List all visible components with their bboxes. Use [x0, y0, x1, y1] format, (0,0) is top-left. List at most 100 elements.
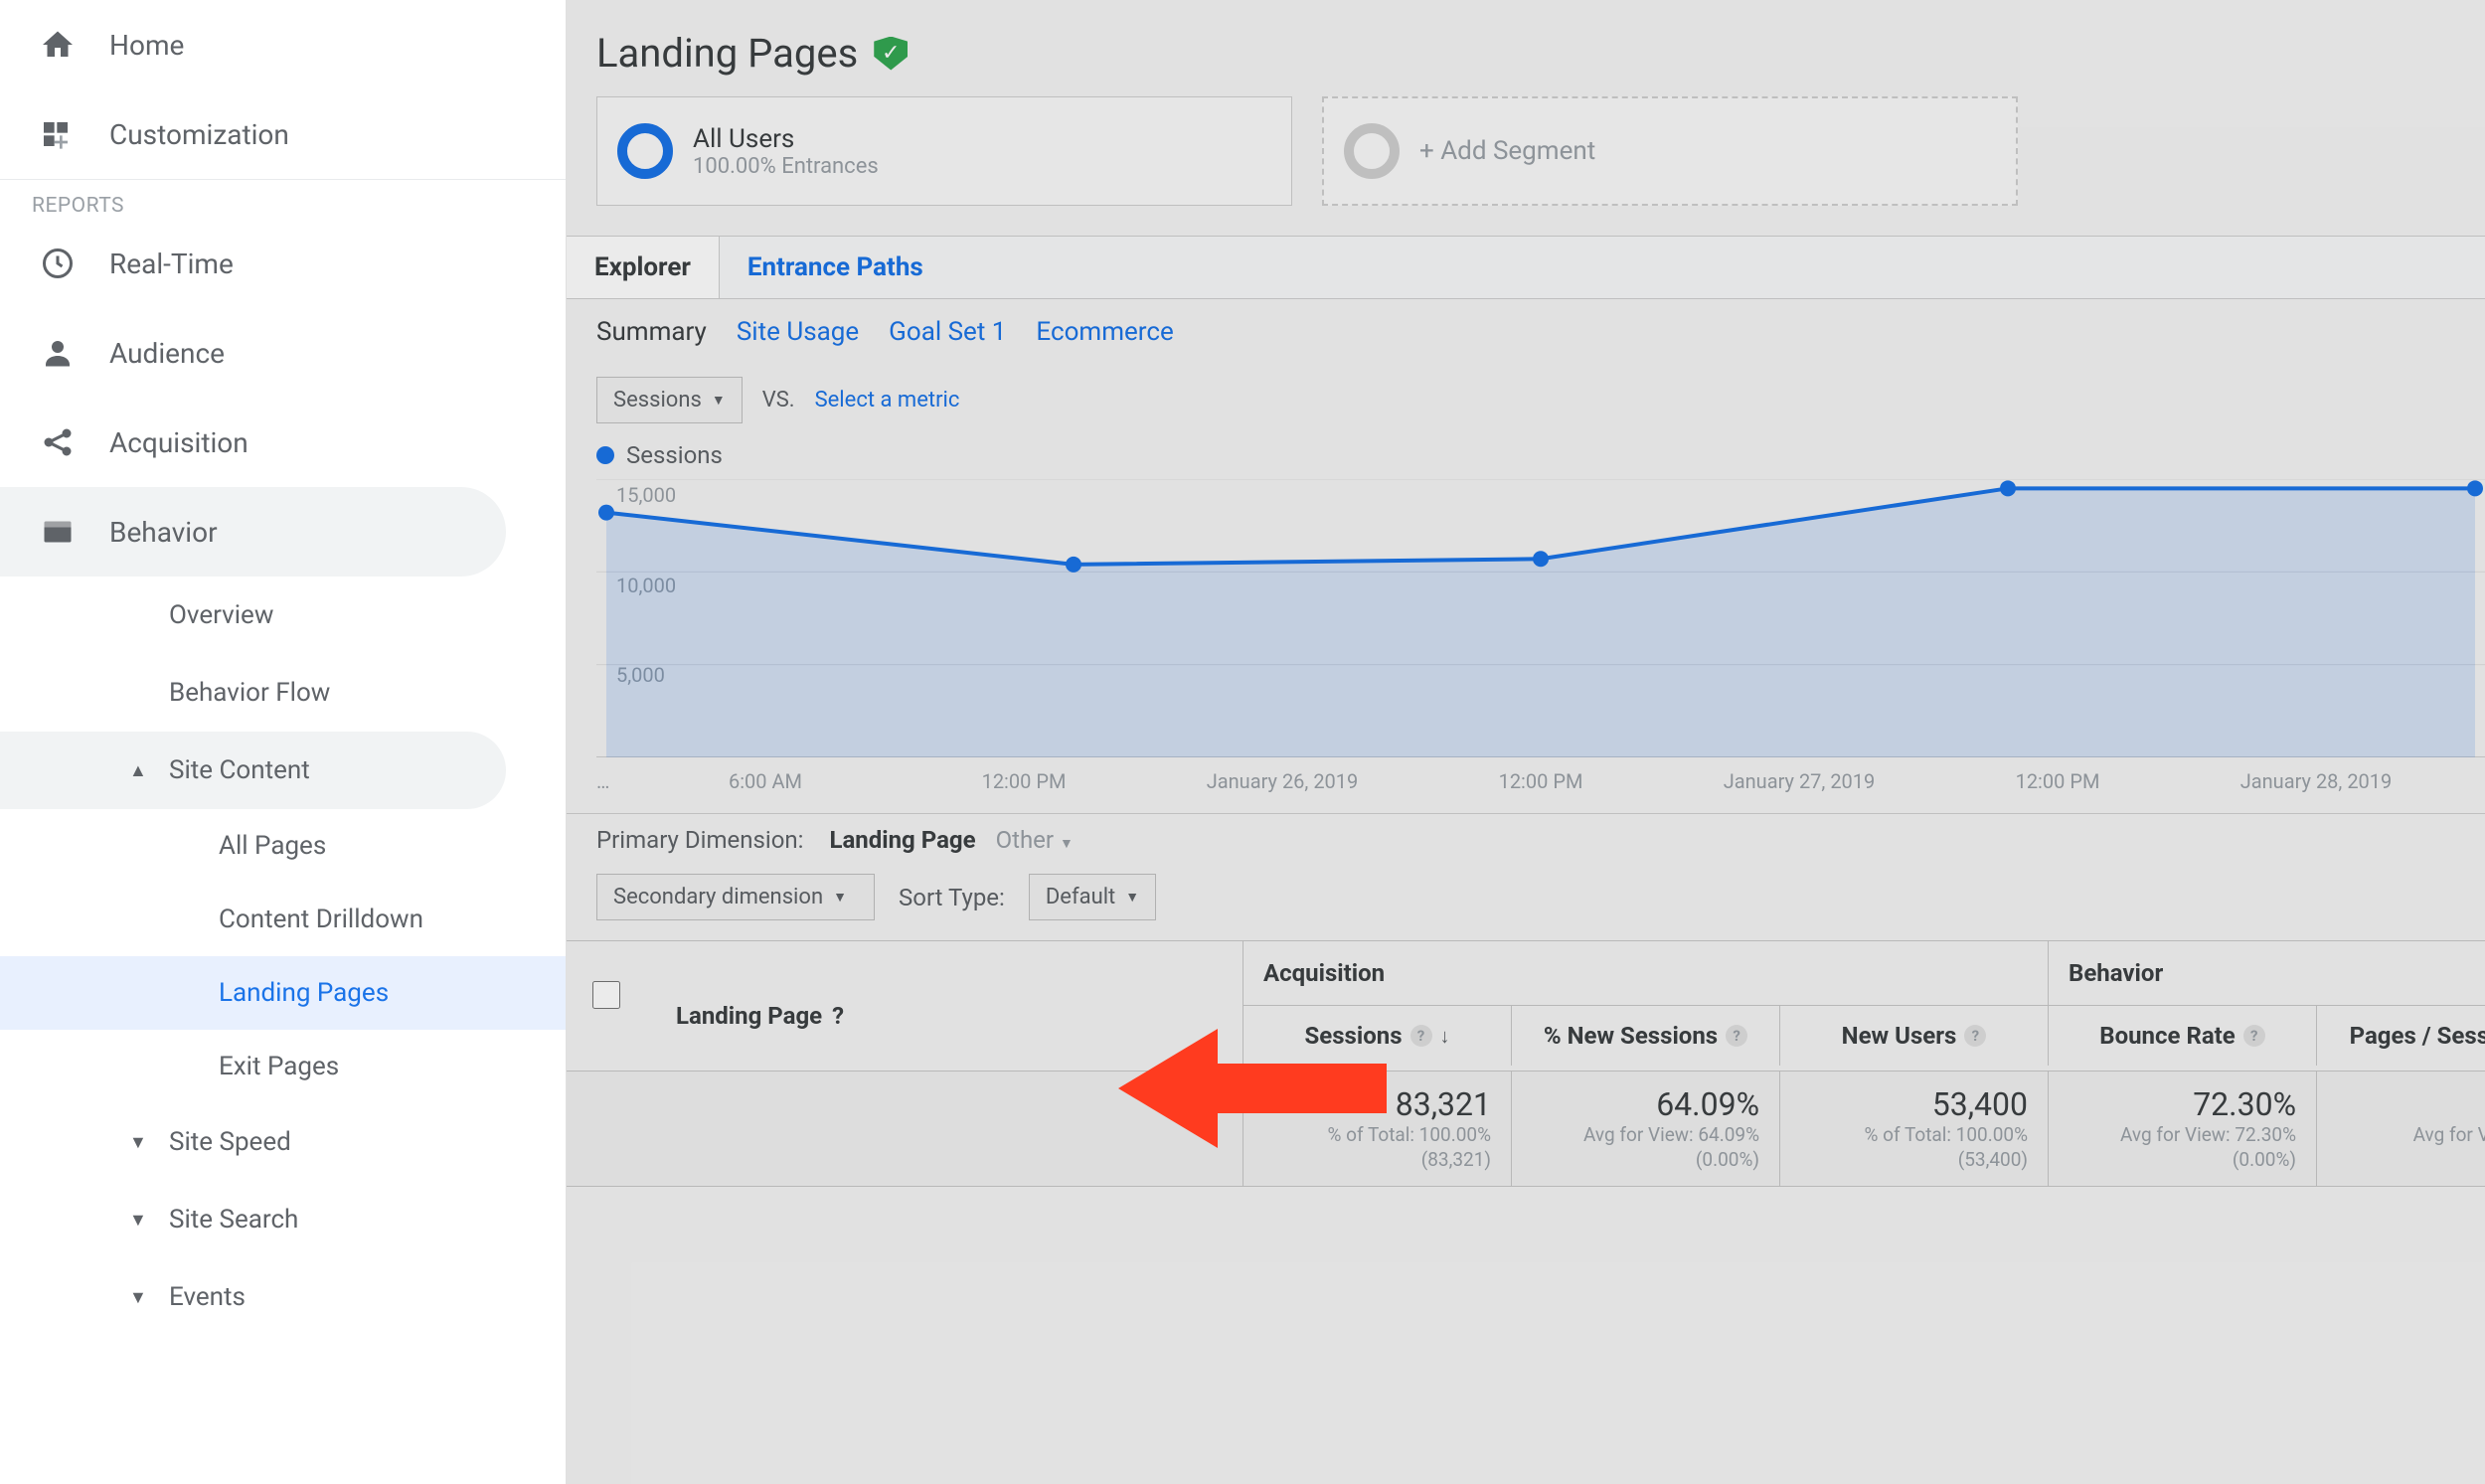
page-header: Landing Pages ✓: [567, 0, 2485, 96]
sidebar-sub-label: Overview: [169, 600, 273, 630]
home-icon: [40, 27, 109, 63]
sidebar-sub-label: Site Speed: [169, 1127, 291, 1157]
xtick: 12:00 PM: [1928, 769, 2187, 793]
segments-row: All Users 100.00% Entrances + Add Segmen…: [567, 96, 2485, 236]
xtick: January 26, 2019: [1153, 769, 1411, 793]
total-value: 53,400: [1800, 1085, 2028, 1123]
vs-label: VS.: [762, 388, 795, 412]
add-segment-label: + Add Segment: [1419, 136, 1595, 166]
tab-goal-set[interactable]: Goal Set 1: [889, 317, 1006, 347]
caret-down-icon: ▼: [129, 1287, 147, 1308]
select-all-checkbox[interactable]: [592, 981, 620, 1009]
col-label: New Users: [1842, 1022, 1957, 1050]
sidebar-sub-behavior-flow[interactable]: Behavior Flow: [0, 654, 566, 732]
total-sub: Avg for View: 64.09% (0.00%): [1532, 1123, 1759, 1172]
clock-icon: [40, 246, 109, 281]
sidebar-sub-label: Events: [169, 1282, 246, 1312]
caret-up-icon: ▲: [129, 760, 147, 781]
sidebar-sub-label: Site Search: [169, 1205, 298, 1235]
total-sub: Avg for View: 72.30% (0.00%): [2069, 1123, 2296, 1172]
segment-title: All Users: [693, 124, 879, 154]
browser-icon: [40, 514, 109, 550]
sidebar-realtime[interactable]: Real-Time: [0, 219, 566, 308]
tab-explorer[interactable]: Explorer: [567, 237, 720, 298]
chevron-down-icon: ▼: [1125, 889, 1139, 906]
tab-ecommerce[interactable]: Ecommerce: [1036, 317, 1173, 347]
total-value: 64.09%: [1532, 1085, 1759, 1123]
sidebar-sub-site-speed[interactable]: ▼ Site Speed: [0, 1103, 566, 1181]
sidebar-sub2-landing-pages[interactable]: Landing Pages: [0, 956, 566, 1030]
tab-site-usage[interactable]: Site Usage: [737, 317, 859, 347]
col-label: Sessions: [1304, 1022, 1402, 1050]
tab-summary[interactable]: Summary: [596, 317, 707, 347]
reports-header-text: REPORTS: [32, 194, 124, 218]
sidebar-label: Real-Time: [109, 247, 234, 280]
help-icon[interactable]: ?: [1726, 1025, 1747, 1047]
table-header-groups: Landing Page ? Acquisition Behavior Sess…: [567, 941, 2485, 1072]
total-pages-session: 1.52 Avg for View: 1.52 (0.00%): [2316, 1072, 2485, 1186]
sidebar-behavior[interactable]: Behavior: [0, 487, 506, 577]
sidebar-sub-site-search[interactable]: ▼ Site Search: [0, 1181, 566, 1258]
sidebar-sub-events[interactable]: ▼ Events: [0, 1258, 566, 1336]
col-pct-new-sessions[interactable]: % New Sessions ?: [1511, 1006, 1779, 1066]
verified-shield-icon: ✓: [874, 37, 908, 71]
sidebar-sub-site-content[interactable]: ▲ Site Content: [0, 732, 506, 809]
dropdown-label: Secondary dimension: [613, 885, 823, 909]
sidebar-sub2-label: All Pages: [219, 831, 326, 861]
col-label: % New Sessions: [1544, 1022, 1718, 1050]
help-icon[interactable]: ?: [832, 1002, 844, 1030]
tab-entrance-paths[interactable]: Entrance Paths: [720, 237, 951, 298]
col-label: Landing Page: [676, 1002, 822, 1030]
add-segment-button[interactable]: + Add Segment: [1322, 96, 2018, 206]
sidebar: Home Customization REPORTS Real-Time Aud…: [0, 0, 567, 1484]
col-pages-session[interactable]: Pages / Session ?: [2316, 1006, 2485, 1066]
col-new-users[interactable]: New Users ?: [1779, 1006, 2048, 1066]
xtick: January 27, 2019: [1670, 769, 1928, 793]
dropdown-label: Default: [1046, 885, 1115, 909]
xtick: 12:00 P: [2445, 769, 2485, 793]
sort-type-label: Sort Type:: [899, 884, 1005, 911]
sessions-chart[interactable]: 15,000 10,000 5,000: [596, 479, 2485, 757]
chevron-down-icon: ▼: [712, 392, 726, 409]
sidebar-sub2-content-drilldown[interactable]: Content Drilldown: [0, 883, 566, 956]
sidebar-home[interactable]: Home: [0, 0, 566, 89]
page-title: Landing Pages: [596, 30, 858, 77]
sort-type-dropdown[interactable]: Default ▼: [1029, 874, 1156, 920]
dropdown-label: Sessions: [613, 388, 702, 412]
caret-down-icon: ▼: [129, 1132, 147, 1153]
xtick: 12:00 PM: [1411, 769, 1670, 793]
sort-desc-icon: ↓: [1440, 1024, 1450, 1049]
sidebar-label: Home: [109, 29, 184, 62]
sidebar-customization[interactable]: Customization: [0, 89, 566, 179]
col-bounce-rate[interactable]: Bounce Rate ?: [2048, 1006, 2316, 1066]
col-label: Pages / Session: [2350, 1022, 2485, 1050]
total-sessions: 83,321 % of Total: 100.00% (83,321): [1242, 1072, 1511, 1186]
help-icon[interactable]: ?: [1964, 1025, 1986, 1047]
select-metric-link[interactable]: Select a metric: [815, 388, 960, 412]
sidebar-sub2-exit-pages[interactable]: Exit Pages: [0, 1030, 566, 1103]
help-icon[interactable]: ?: [1410, 1025, 1432, 1047]
xtick: …: [596, 769, 636, 793]
sidebar-sub2-all-pages[interactable]: All Pages: [0, 809, 566, 883]
col-sessions[interactable]: Sessions ? ↓: [1242, 1006, 1511, 1066]
chevron-down-icon: ▼: [833, 889, 847, 906]
primary-dim-other[interactable]: Other ▼: [996, 826, 1074, 854]
sidebar-audience[interactable]: Audience: [0, 308, 566, 398]
sidebar-acquisition[interactable]: Acquisition: [0, 398, 566, 487]
help-icon[interactable]: ?: [2243, 1025, 2265, 1047]
secondary-dimension-dropdown[interactable]: Secondary dimension ▼: [596, 874, 875, 920]
share-icon: [40, 424, 109, 460]
total-sub: % of Total: 100.00% (83,321): [1263, 1123, 1491, 1172]
total-value: 1.52: [2337, 1085, 2485, 1123]
total-sub: % of Total: 100.00% (53,400): [1800, 1123, 2028, 1172]
data-table: Landing Page ? Acquisition Behavior Sess…: [567, 940, 2485, 1187]
xtick: 12:00 PM: [895, 769, 1153, 793]
sidebar-sub-overview[interactable]: Overview: [0, 577, 566, 654]
ring-icon: [617, 123, 673, 179]
segment-all-users[interactable]: All Users 100.00% Entrances: [596, 96, 1292, 206]
xtick: 6:00 AM: [636, 769, 895, 793]
primary-dim-value[interactable]: Landing Page: [829, 826, 975, 854]
col-landing-page[interactable]: Landing Page ?: [646, 941, 1242, 1071]
metric-primary-dropdown[interactable]: Sessions ▼: [596, 377, 743, 423]
sidebar-sub2-label: Landing Pages: [219, 978, 389, 1008]
